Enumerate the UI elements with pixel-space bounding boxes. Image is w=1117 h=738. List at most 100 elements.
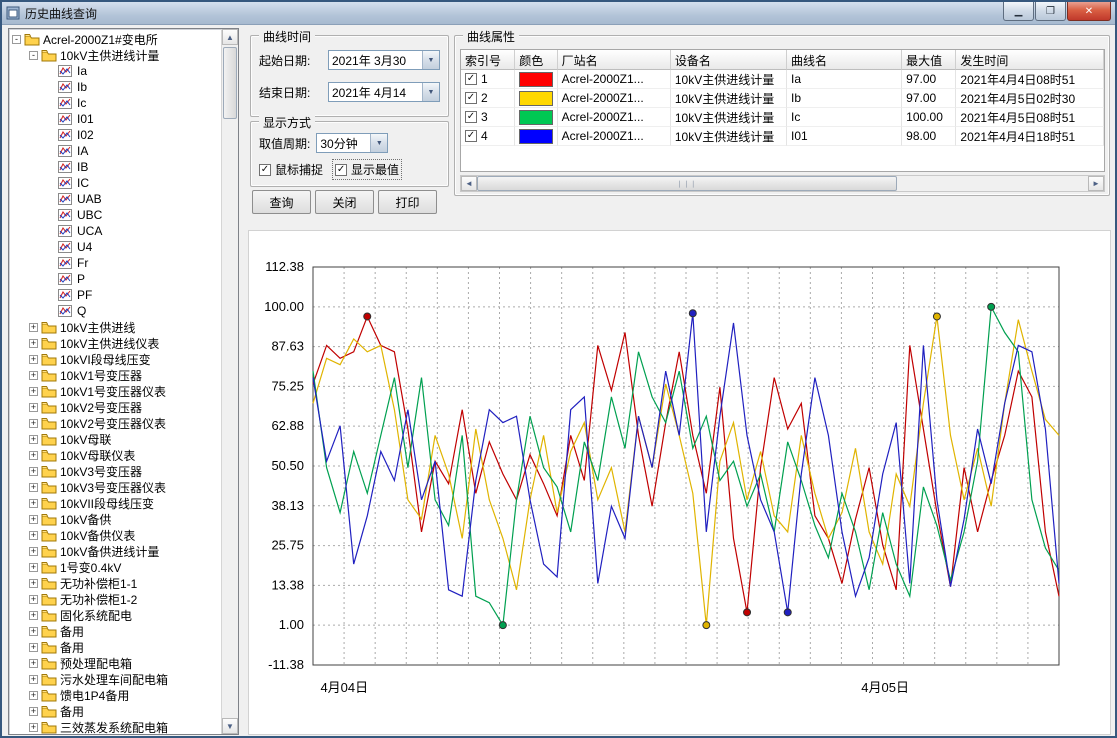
tree-node[interactable]: +预处理配电箱 xyxy=(29,655,221,671)
tree-node[interactable]: +10kV3号变压器仪表 xyxy=(29,479,221,495)
expand-toggle-icon[interactable]: + xyxy=(29,387,38,396)
tree-node[interactable]: P xyxy=(46,271,221,287)
expand-toggle-icon[interactable]: + xyxy=(29,339,38,348)
expand-toggle-icon[interactable]: + xyxy=(29,595,38,604)
tree-node[interactable]: UAB xyxy=(46,191,221,207)
tree-node[interactable]: +备用 xyxy=(29,639,221,655)
table-row[interactable]: ✓3Acrel-2000Z1...10kV主供进线计量Ic100.002021年… xyxy=(461,108,1104,127)
mouse-capture-checkbox[interactable]: ✓ 鼠标捕捉 xyxy=(259,161,323,178)
tree-node[interactable]: UCA xyxy=(46,223,221,239)
tree-node[interactable]: +10kVI段母线压变 xyxy=(29,351,221,367)
expand-toggle-icon[interactable]: + xyxy=(29,403,38,412)
checkmark-icon[interactable]: ✓ xyxy=(335,164,347,176)
tree-scrollbar[interactable]: ▲ ▼ xyxy=(221,29,238,734)
expand-toggle-icon[interactable]: + xyxy=(29,483,38,492)
chevron-down-icon[interactable]: ▼ xyxy=(370,134,387,152)
tree-node[interactable]: +10kV2号变压器 xyxy=(29,399,221,415)
tree-node[interactable]: IA xyxy=(46,143,221,159)
table-column-header[interactable]: 曲线名 xyxy=(787,50,902,70)
minimize-button[interactable]: ▁ xyxy=(1003,2,1034,21)
tree-node[interactable]: Ic xyxy=(46,95,221,111)
period-combo[interactable]: 30分钟 ▼ xyxy=(316,133,388,153)
chart-canvas[interactable]: 112.38100.0087.6375.2562.8850.5038.1325.… xyxy=(249,231,1108,732)
table-column-header[interactable]: 发生时间 xyxy=(956,50,1104,70)
tree-node[interactable]: +10kV备供 xyxy=(29,511,221,527)
curve-visible-checkbox[interactable]: ✓ xyxy=(465,111,477,123)
tree-node[interactable]: Ib xyxy=(46,79,221,95)
tree-node[interactable]: +10kV母联 xyxy=(29,431,221,447)
tree-node[interactable]: +10kV母联仪表 xyxy=(29,447,221,463)
titlebar[interactable]: 历史曲线查询 ▁ ❐ ✕ xyxy=(2,2,1115,25)
table-column-header[interactable]: 设备名 xyxy=(671,50,787,70)
tree-node[interactable]: -10kV主供进线计量 xyxy=(29,47,221,63)
collapse-toggle-icon[interactable]: - xyxy=(29,51,38,60)
table-row[interactable]: ✓2Acrel-2000Z1...10kV主供进线计量Ib97.002021年4… xyxy=(461,89,1104,108)
tree-node[interactable]: +10kVII段母线压变 xyxy=(29,495,221,511)
tree-node[interactable]: +备用 xyxy=(29,703,221,719)
tree-node[interactable]: -Acrel-2000Z1#变电所 xyxy=(12,31,221,47)
expand-toggle-icon[interactable]: + xyxy=(29,547,38,556)
expand-toggle-icon[interactable]: + xyxy=(29,611,38,620)
tree-node[interactable]: +馈电1P4备用 xyxy=(29,687,221,703)
scroll-right-icon[interactable]: ► xyxy=(1088,176,1104,191)
tree-node[interactable]: +10kV主供进线仪表 xyxy=(29,335,221,351)
tree-scrollbar-thumb[interactable] xyxy=(223,47,237,119)
chevron-down-icon[interactable]: ▼ xyxy=(422,51,439,69)
expand-toggle-icon[interactable]: + xyxy=(29,723,38,732)
tree-node[interactable]: +1号变0.4kV xyxy=(29,559,221,575)
curve-visible-checkbox[interactable]: ✓ xyxy=(465,73,477,85)
tree-node[interactable]: I02 xyxy=(46,127,221,143)
expand-toggle-icon[interactable]: + xyxy=(29,355,38,364)
tree-node[interactable]: +10kV1号变压器仪表 xyxy=(29,383,221,399)
tree-node[interactable]: PF xyxy=(46,287,221,303)
query-button[interactable]: 查询 xyxy=(252,190,311,214)
tree-node[interactable]: +污水处理车间配电箱 xyxy=(29,671,221,687)
table-column-header[interactable]: 最大值 xyxy=(902,50,956,70)
scroll-down-icon[interactable]: ▼ xyxy=(222,718,238,734)
tree-node[interactable]: I01 xyxy=(46,111,221,127)
tree-node[interactable]: Fr xyxy=(46,255,221,271)
expand-toggle-icon[interactable]: + xyxy=(29,563,38,572)
tree-node[interactable]: +10kV备供仪表 xyxy=(29,527,221,543)
expand-toggle-icon[interactable]: + xyxy=(29,675,38,684)
show-extremes-checkbox[interactable]: ✓ 显示最值 xyxy=(333,160,401,179)
checkmark-icon[interactable]: ✓ xyxy=(259,164,271,176)
expand-toggle-icon[interactable]: + xyxy=(29,435,38,444)
collapse-toggle-icon[interactable]: - xyxy=(12,35,21,44)
expand-toggle-icon[interactable]: + xyxy=(29,419,38,428)
tree-node[interactable]: +固化系统配电 xyxy=(29,607,221,623)
scroll-up-icon[interactable]: ▲ xyxy=(222,29,238,45)
expand-toggle-icon[interactable]: + xyxy=(29,691,38,700)
start-date-combo[interactable]: 2021年 3月30 ▼ xyxy=(328,50,440,70)
expand-toggle-icon[interactable]: + xyxy=(29,627,38,636)
expand-toggle-icon[interactable]: + xyxy=(29,323,38,332)
tree-node[interactable]: +无功补偿柜1-2 xyxy=(29,591,221,607)
expand-toggle-icon[interactable]: + xyxy=(29,451,38,460)
tree-node[interactable]: UBC xyxy=(46,207,221,223)
expand-toggle-icon[interactable]: + xyxy=(29,499,38,508)
tree-node[interactable]: +10kV3号变压器 xyxy=(29,463,221,479)
tree-node[interactable]: IB xyxy=(46,159,221,175)
table-row[interactable]: ✓4Acrel-2000Z1...10kV主供进线计量I0198.002021年… xyxy=(461,127,1104,146)
table-row[interactable]: ✓1Acrel-2000Z1...10kV主供进线计量Ia97.002021年4… xyxy=(461,70,1104,89)
chevron-down-icon[interactable]: ▼ xyxy=(422,83,439,101)
tree-node[interactable]: Q xyxy=(46,303,221,319)
tree-node[interactable]: +10kV备供进线计量 xyxy=(29,543,221,559)
curve-visible-checkbox[interactable]: ✓ xyxy=(465,92,477,104)
tree-node[interactable]: +10kV2号变压器仪表 xyxy=(29,415,221,431)
tree-node[interactable]: +三效蒸发系统配电箱 xyxy=(29,719,221,734)
table-scrollbar-thumb[interactable]: ❘❘❘ xyxy=(477,176,897,191)
expand-toggle-icon[interactable]: + xyxy=(29,707,38,716)
tree-node[interactable]: IC xyxy=(46,175,221,191)
history-curve-chart[interactable]: 112.38100.0087.6375.2562.8850.5038.1325.… xyxy=(248,230,1111,735)
expand-toggle-icon[interactable]: + xyxy=(29,531,38,540)
table-column-header[interactable]: 厂站名 xyxy=(558,50,671,70)
tree-node[interactable]: U4 xyxy=(46,239,221,255)
tree-node[interactable]: +无功补偿柜1-1 xyxy=(29,575,221,591)
print-button[interactable]: 打印 xyxy=(378,190,437,214)
tree-node[interactable]: Ia xyxy=(46,63,221,79)
table-column-header[interactable]: 索引号 xyxy=(461,50,515,70)
expand-toggle-icon[interactable]: + xyxy=(29,659,38,668)
table-horizontal-scrollbar[interactable]: ◄ ❘❘❘ ► xyxy=(460,175,1105,192)
close-button[interactable]: ✕ xyxy=(1067,2,1111,21)
